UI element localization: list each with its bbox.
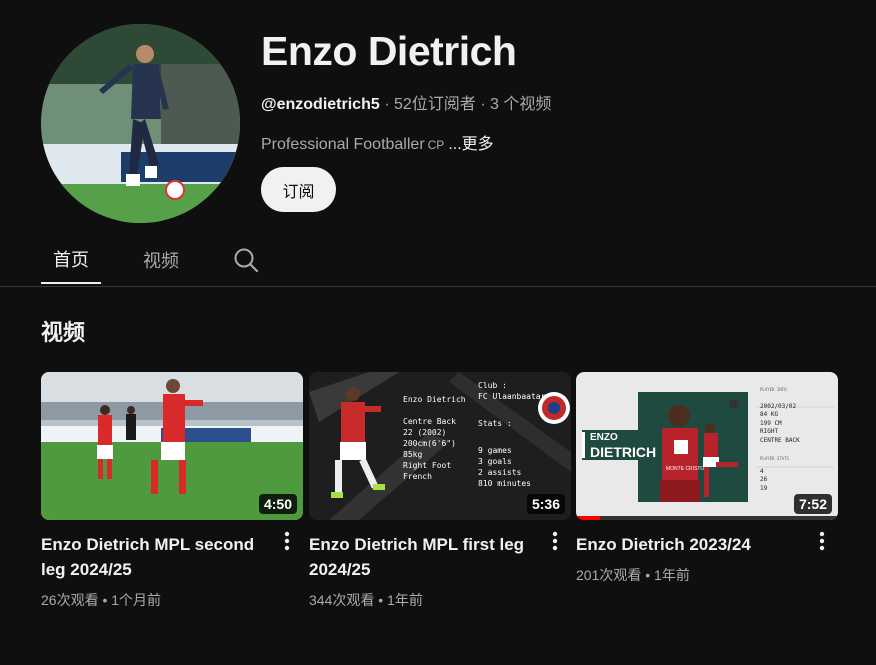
thumb-dob: 2002/03/02 xyxy=(760,402,797,410)
thumb-stats-header: PLAYER STATS xyxy=(760,456,789,461)
thumb-spacer xyxy=(760,395,800,403)
tab-videos[interactable]: 视频 xyxy=(131,236,191,284)
channel-avatar[interactable] xyxy=(41,24,240,223)
meta-separator: · xyxy=(384,96,394,113)
thumb-weight: 85kg xyxy=(403,450,423,459)
thumb-goals: 4 xyxy=(760,467,764,475)
thumb-spacer xyxy=(403,405,466,416)
thumb-first-name: ENZO xyxy=(590,432,618,443)
thumb-foot: RIGHT xyxy=(760,428,779,435)
video-duration: 5:36 xyxy=(526,494,565,514)
more-vertical-icon[interactable] xyxy=(545,528,565,554)
description-text: Professional Footballer xyxy=(261,136,425,153)
subscribe-button[interactable]: 订阅 xyxy=(261,167,336,212)
meta-separator: • xyxy=(378,592,388,608)
thumb-stats-left: Enzo Dietrich Centre Back 22 (2002) 200c… xyxy=(403,394,466,482)
thumb-height: 199 CM xyxy=(760,419,782,427)
section-title[interactable]: 视频 xyxy=(41,315,85,347)
thumb-position: CENTRE BACK xyxy=(760,436,800,444)
video-meta: 26次观看 • 1个月前 xyxy=(41,590,303,610)
thumb-position: Centre Back xyxy=(403,417,456,426)
channel-tabs: 首页 视频 xyxy=(0,236,876,287)
thumb-spacer xyxy=(478,402,545,418)
video-thumbnail[interactable]: Enzo Dietrich Centre Back 22 (2002) 200c… xyxy=(309,372,571,520)
thumb-minutes: 810 minutes xyxy=(478,479,531,488)
tab-home[interactable]: 首页 xyxy=(41,236,101,284)
video-meta: 344次观看 • 1年前 xyxy=(309,590,571,610)
thumb-spacer xyxy=(478,429,545,445)
video-card[interactable]: ENZO DIETRICH MONTE CRISTO PLAYER INFO 2… xyxy=(576,372,838,585)
thumb-stats-label: Stats : xyxy=(478,419,512,428)
subscriber-count: 52位订阅者 xyxy=(393,96,476,113)
thumb-info-header: PLAYER INFO xyxy=(760,387,787,392)
video-duration: 4:50 xyxy=(258,494,297,514)
upload-age: 1年前 xyxy=(387,592,423,608)
thumb-born: 22 (2002) xyxy=(403,428,447,437)
video-title[interactable]: Enzo Dietrich MPL first leg 2024/25 xyxy=(309,532,529,582)
channel-meta: @enzodietrich5 · 52位订阅者 · 3 个视频 xyxy=(261,90,551,114)
watch-progress-bar xyxy=(576,516,600,520)
video-card[interactable]: Enzo Dietrich Centre Back 22 (2002) 200c… xyxy=(309,372,571,610)
view-count: 344次观看 xyxy=(309,592,375,608)
view-count: 201次观看 xyxy=(576,567,642,583)
meta-separator: • xyxy=(645,567,655,583)
more-link[interactable]: ...更多 xyxy=(448,136,493,153)
thumb-assists: 2 assists xyxy=(478,468,522,477)
thumb-height: 200cm(6'6") xyxy=(403,439,456,448)
thumb-weight: 84 KG xyxy=(760,411,779,418)
thumb-player-name: Enzo Dietrich xyxy=(403,395,466,404)
thumb-club-name: MONTE CRISTO xyxy=(666,466,705,472)
video-thumbnail[interactable]: 4:50 xyxy=(41,372,303,520)
video-meta: 201次观看 • 1年前 xyxy=(576,565,838,585)
video-duration: 7:52 xyxy=(793,494,832,514)
thumb-games: 9 games xyxy=(478,446,512,455)
description-ext: CP xyxy=(427,138,445,152)
video-title[interactable]: Enzo Dietrich 2023/24 xyxy=(576,532,796,557)
avatar-photo xyxy=(41,24,240,223)
thumb-spacer xyxy=(760,445,800,455)
thumb-last-name: DIETRICH xyxy=(590,444,657,460)
channel-page: Enzo Dietrich @enzodietrich5 · 52位订阅者 · … xyxy=(0,0,876,665)
meta-separator: · xyxy=(480,96,491,113)
search-icon[interactable] xyxy=(230,244,262,276)
thumb-games: 26 xyxy=(760,476,768,483)
meta-separator: • xyxy=(102,592,112,608)
thumb-club: FC Ulaanbaatar xyxy=(478,392,546,401)
thumb-goals: 3 goals xyxy=(478,457,512,466)
video-thumbnail[interactable]: ENZO DIETRICH MONTE CRISTO PLAYER INFO 2… xyxy=(576,372,838,520)
thumb-nation: French xyxy=(403,472,432,481)
thumb-club-label: Club : xyxy=(478,381,507,390)
upload-age: 1年前 xyxy=(654,567,690,583)
thumb-player-info: PLAYER INFO 2002/03/02 84 KG 199 CM RIGH… xyxy=(760,386,800,493)
view-count: 26次观看 xyxy=(41,592,99,608)
thumb-stats-right: Club : FC Ulaanbaatar Stats : 9 games 3 … xyxy=(478,380,545,489)
video-count: 3 个视频 xyxy=(490,96,552,113)
more-vertical-icon[interactable] xyxy=(277,528,297,554)
thumb-minutes: 19 xyxy=(760,484,768,492)
channel-name: Enzo Dietrich xyxy=(261,28,517,74)
more-vertical-icon[interactable] xyxy=(812,528,832,554)
thumb-name-plate: ENZO DIETRICH xyxy=(590,432,656,460)
channel-handle: @enzodietrich5 xyxy=(261,96,380,113)
upload-age: 1个月前 xyxy=(111,592,162,608)
thumb-foot: Right Foot xyxy=(403,461,452,470)
video-card[interactable]: 4:50 Enzo Dietrich MPL second leg 2024/2… xyxy=(41,372,303,610)
channel-description[interactable]: Professional Footballer CP ...更多 xyxy=(261,130,494,154)
video-title[interactable]: Enzo Dietrich MPL second leg 2024/25 xyxy=(41,532,261,582)
